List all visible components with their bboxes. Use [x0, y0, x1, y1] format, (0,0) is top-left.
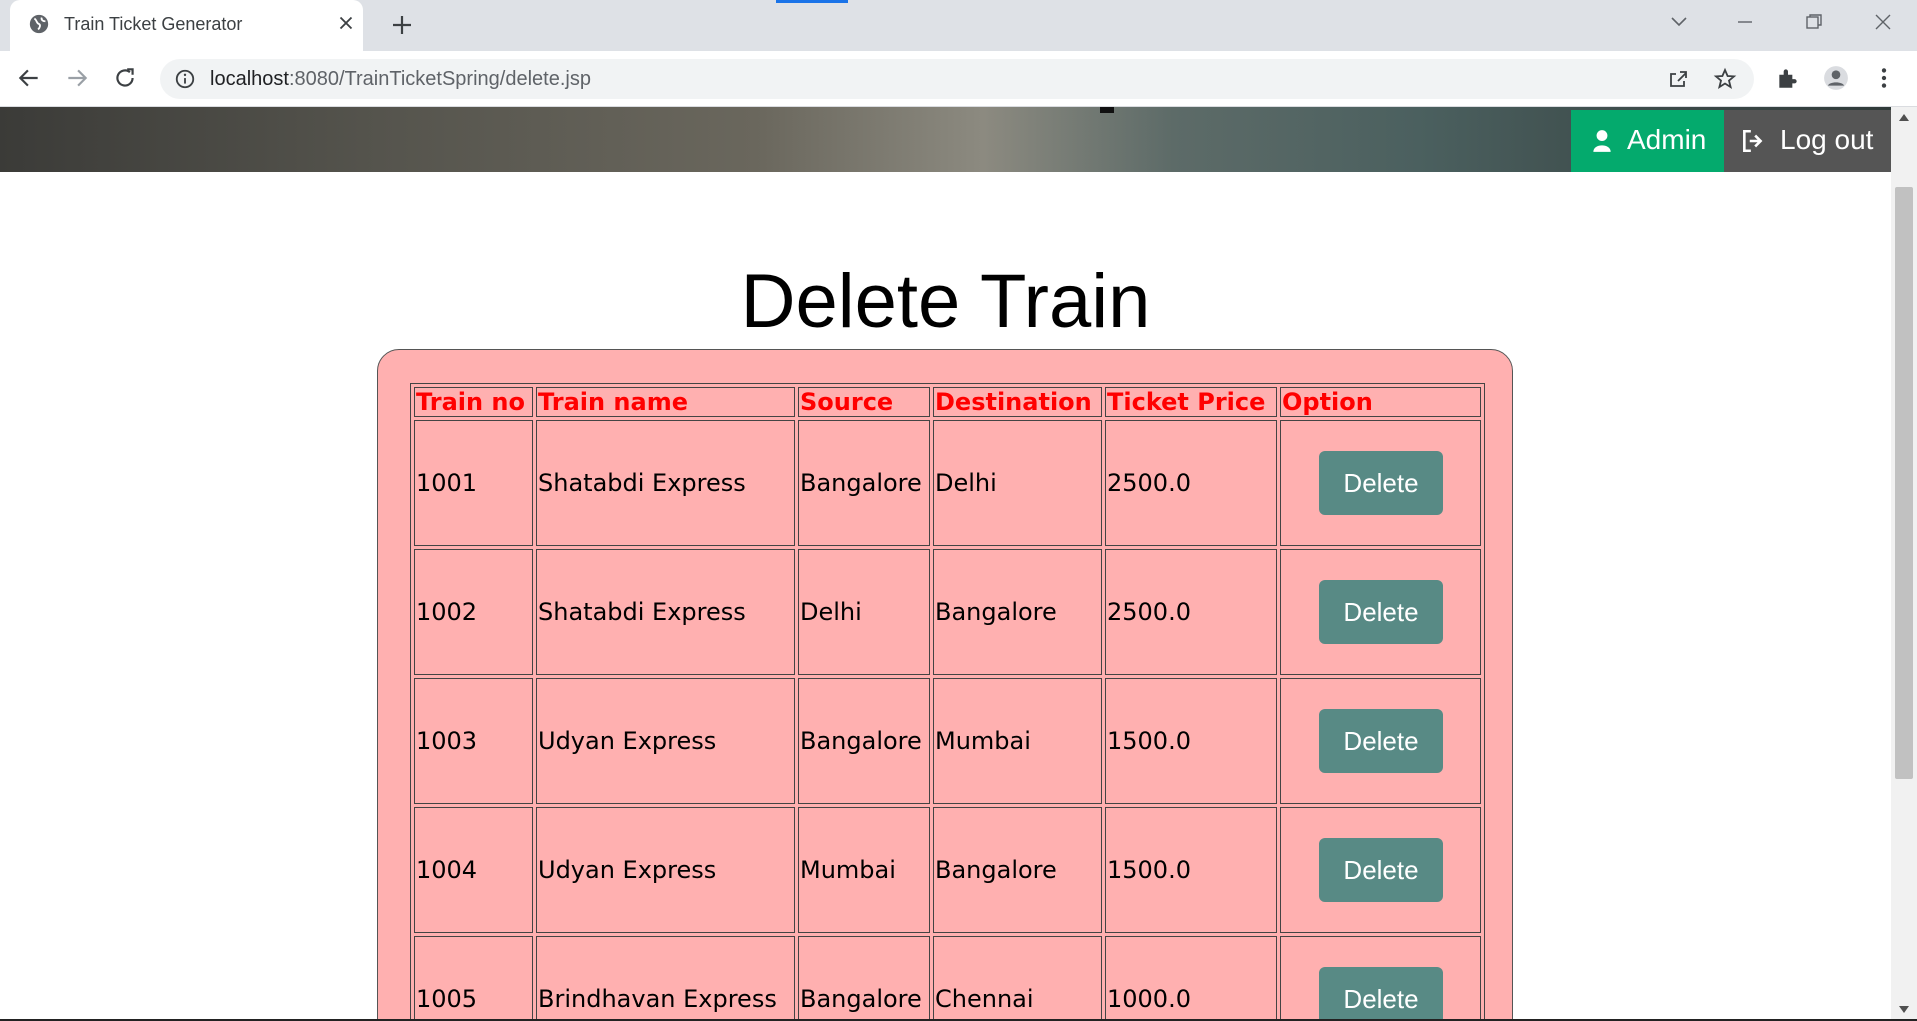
cell-destination: Chennai: [933, 936, 1102, 1021]
delete-button[interactable]: Delete: [1319, 451, 1443, 515]
cell-option: Delete: [1280, 936, 1481, 1021]
cell-destination: Mumbai: [933, 678, 1102, 804]
scroll-up-arrow-icon[interactable]: [1899, 113, 1909, 121]
tab-title: Train Ticket Generator: [64, 14, 243, 34]
cell-destination: Bangalore: [933, 807, 1102, 933]
back-icon[interactable]: [16, 65, 42, 91]
cell-destination: Bangalore: [933, 549, 1102, 675]
address-bar[interactable]: localhost:8080/TrainTicketSpring/delete.…: [160, 59, 1754, 99]
cell-train-no: 1002: [414, 549, 533, 675]
page-title: Delete Train: [740, 259, 1151, 344]
table-row: 1002 Shatabdi Express Delhi Bangalore 25…: [414, 549, 1481, 675]
url-path: :8080/TrainTicketSpring/delete.jsp: [288, 68, 591, 90]
header-option: Option: [1280, 387, 1481, 417]
banner-text-fragment: [1100, 107, 1114, 113]
cell-train-no: 1003: [414, 678, 533, 804]
cell-train-name: Udyan Express: [536, 678, 795, 804]
table-row: 1001 Shatabdi Express Bangalore Delhi 25…: [414, 420, 1481, 546]
url-text: localhost:8080/TrainTicketSpring/delete.…: [210, 68, 591, 91]
header-train-no: Train no: [414, 387, 533, 417]
extensions-icon[interactable]: [1775, 65, 1801, 91]
tab-search-icon[interactable]: [1664, 10, 1694, 34]
url-host: localhost: [210, 68, 289, 90]
cell-train-name: Udyan Express: [536, 807, 795, 933]
cell-ticket-price: 2500.0: [1105, 549, 1277, 675]
site-info-icon[interactable]: [174, 68, 196, 90]
tab-loading-indicator: [776, 0, 848, 3]
cell-ticket-price: 1500.0: [1105, 807, 1277, 933]
cell-destination: Delhi: [933, 420, 1102, 546]
globe-icon: [29, 14, 49, 34]
share-icon[interactable]: [1666, 67, 1690, 91]
cell-ticket-price: 1500.0: [1105, 678, 1277, 804]
restore-icon[interactable]: [1798, 10, 1828, 34]
user-icon: [1593, 130, 1611, 152]
cell-train-no: 1005: [414, 936, 533, 1021]
table-row: 1005 Brindhavan Express Bangalore Chenna…: [414, 936, 1481, 1021]
close-window-icon[interactable]: [1868, 10, 1898, 34]
table-row: 1003 Udyan Express Bangalore Mumbai 1500…: [414, 678, 1481, 804]
forward-icon[interactable]: [64, 65, 90, 91]
logout-nav-button[interactable]: Log out: [1724, 110, 1891, 172]
header-destination: Destination: [933, 387, 1102, 417]
profile-avatar-icon[interactable]: [1823, 65, 1849, 91]
table-row: 1004 Udyan Express Mumbai Bangalore 1500…: [414, 807, 1481, 933]
browser-tabstrip: Train Ticket Generator: [0, 0, 1917, 51]
page-viewport: Admin Log out Delete Train Train no Trai…: [0, 107, 1891, 1021]
cell-source: Delhi: [798, 549, 930, 675]
cell-source: Bangalore: [798, 420, 930, 546]
train-table: Train no Train name Source Destination T…: [410, 383, 1485, 1021]
cell-option: Delete: [1280, 678, 1481, 804]
table-header-row: Train no Train name Source Destination T…: [414, 387, 1481, 417]
page-scrollbar[interactable]: [1891, 107, 1917, 1021]
minimize-icon[interactable]: [1730, 10, 1760, 34]
browser-toolbar: localhost:8080/TrainTicketSpring/delete.…: [0, 51, 1917, 107]
header-source: Source: [798, 387, 930, 417]
admin-nav-button[interactable]: Admin: [1571, 110, 1724, 172]
browser-tab[interactable]: Train Ticket Generator: [10, 0, 363, 51]
close-tab-icon[interactable]: [335, 12, 357, 34]
scrollbar-thumb[interactable]: [1895, 187, 1913, 779]
delete-button[interactable]: Delete: [1319, 967, 1443, 1021]
header-train-name: Train name: [536, 387, 795, 417]
delete-button[interactable]: Delete: [1319, 838, 1443, 902]
cell-ticket-price: 2500.0: [1105, 420, 1277, 546]
header-ticket-price: Ticket Price: [1105, 387, 1277, 417]
reload-icon[interactable]: [112, 65, 138, 91]
cell-source: Bangalore: [798, 678, 930, 804]
cell-train-name: Shatabdi Express: [536, 420, 795, 546]
cell-train-no: 1004: [414, 807, 533, 933]
bookmark-star-icon[interactable]: [1713, 67, 1737, 91]
cell-source: Bangalore: [798, 936, 930, 1021]
cell-option: Delete: [1280, 549, 1481, 675]
delete-button[interactable]: Delete: [1319, 580, 1443, 644]
delete-button[interactable]: Delete: [1319, 709, 1443, 773]
new-tab-icon[interactable]: [390, 13, 414, 37]
cell-train-name: Shatabdi Express: [536, 549, 795, 675]
cell-option: Delete: [1280, 807, 1481, 933]
browser-menu-icon[interactable]: [1871, 65, 1897, 91]
cell-option: Delete: [1280, 420, 1481, 546]
scroll-down-arrow-icon[interactable]: [1899, 1006, 1909, 1014]
admin-label: Admin: [1627, 124, 1707, 155]
train-table-card: Train no Train name Source Destination T…: [377, 349, 1513, 1021]
cell-ticket-price: 1000.0: [1105, 936, 1277, 1021]
cell-train-name: Brindhavan Express: [536, 936, 795, 1021]
sign-out-icon: [1743, 129, 1763, 153]
cell-train-no: 1001: [414, 420, 533, 546]
logout-label: Log out: [1780, 124, 1874, 155]
cell-source: Mumbai: [798, 807, 930, 933]
